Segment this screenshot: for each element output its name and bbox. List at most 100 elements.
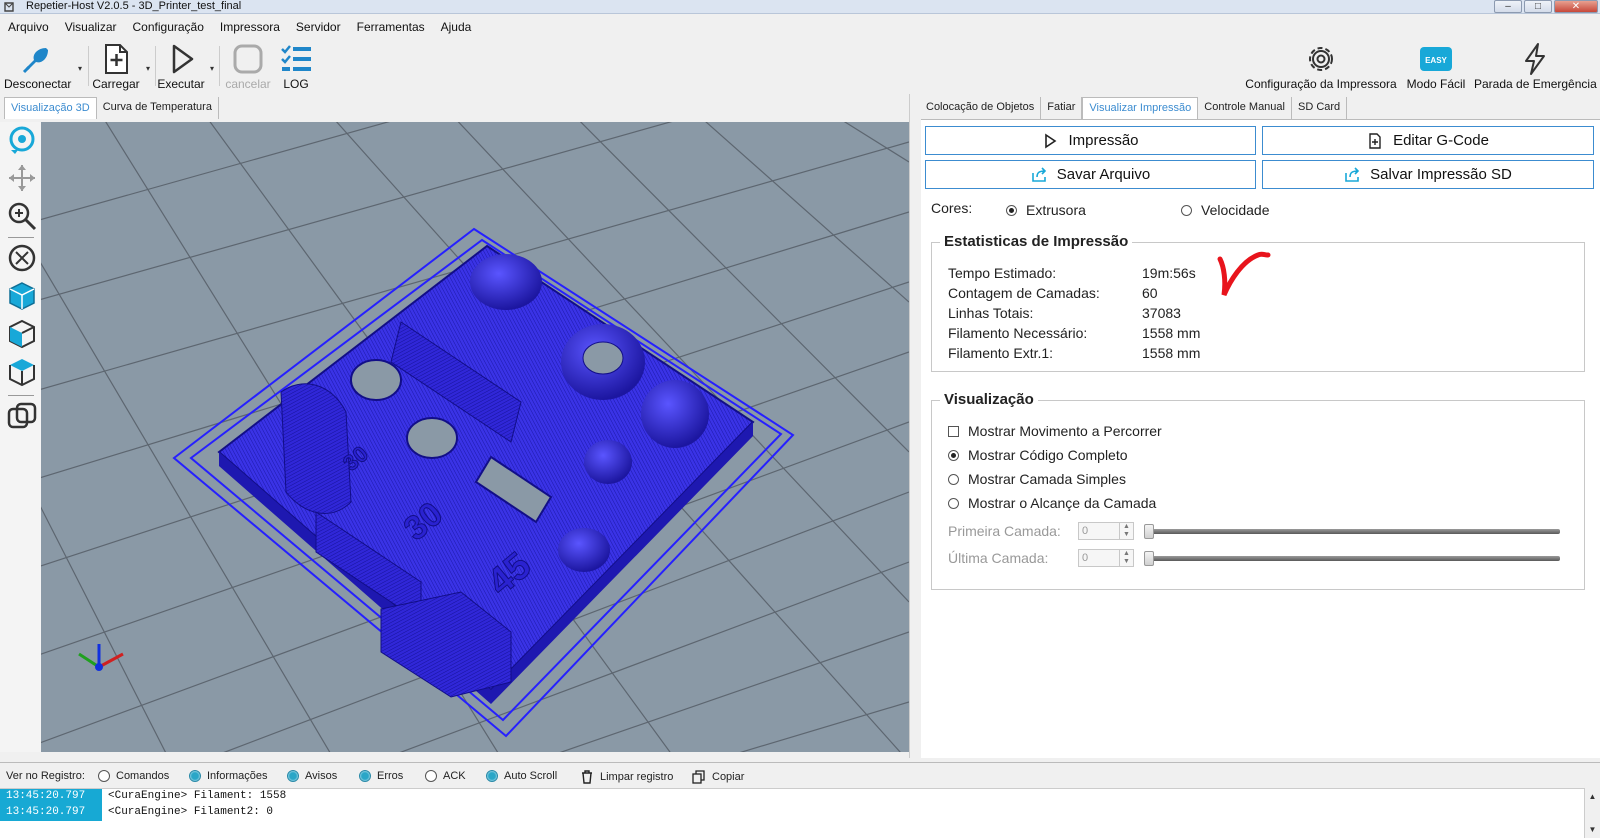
- filter-info-toggle[interactable]: Informações: [189, 770, 268, 782]
- show-full-code-radio[interactable]: Mostrar Código Completo: [948, 447, 1128, 463]
- last-layer-spinner[interactable]: 0 ▲ ▼: [1078, 549, 1134, 567]
- stat-label-layers: Contagem de Camadas:: [948, 285, 1100, 301]
- menu-impressora[interactable]: Impressora: [212, 17, 288, 39]
- log-timestamp: 13:45:20.797: [0, 805, 102, 821]
- stat-value-filament-needed: 1558 mm: [1142, 325, 1201, 341]
- tab-temperature-curve[interactable]: Curva de Temperatura: [96, 97, 219, 119]
- disconnect-label: Desconectar: [4, 77, 72, 91]
- save-sd-button[interactable]: Salvar Impressão SD: [1262, 160, 1594, 189]
- title-bar: Repetier-Host V2.0.5 - 3D_Printer_test_f…: [0, 0, 1600, 14]
- tab-print-preview[interactable]: Visualizar Impressão: [1082, 97, 1199, 119]
- menu-servidor[interactable]: Servidor: [288, 17, 349, 39]
- filter-ack-toggle[interactable]: ACK: [425, 770, 466, 782]
- spinner-arrows-icon[interactable]: ▲ ▼: [1119, 523, 1133, 539]
- toggle-objects-icon[interactable]: [6, 400, 38, 432]
- tab-object-placement[interactable]: Colocação de Objetos: [920, 97, 1042, 119]
- color-extruder-label: Extrusora: [1026, 202, 1086, 218]
- filter-warnings-toggle[interactable]: Avisos: [287, 770, 337, 782]
- emergency-stop-button[interactable]: Parada de Emergência: [1474, 42, 1597, 91]
- red-checkmark-annotation: [1217, 251, 1271, 297]
- show-single-layer-radio[interactable]: Mostrar Camada Simples: [948, 471, 1126, 487]
- printer-config-button[interactable]: Configuração da Impressora: [1242, 42, 1400, 91]
- spinner-arrows-icon[interactable]: ▲ ▼: [1119, 550, 1133, 566]
- color-speed-radio[interactable]: Velocidade: [1181, 202, 1270, 218]
- lightning-icon: [1525, 43, 1545, 75]
- load-label: Carregar: [92, 77, 140, 91]
- clear-log-button[interactable]: Limpar registro: [580, 770, 673, 784]
- rotate-view-icon[interactable]: [6, 124, 38, 156]
- filter-errors-label: Erros: [377, 770, 404, 782]
- log-output[interactable]: 13:45:20.797 <CuraEngine> Filament: 1558…: [0, 788, 1584, 838]
- auto-scroll-toggle[interactable]: Auto Scroll: [486, 770, 557, 782]
- gear-icon: [1309, 47, 1333, 71]
- maximize-button[interactable]: □: [1524, 0, 1552, 13]
- log-label: Ver no Registro:: [6, 770, 85, 782]
- first-layer-slider[interactable]: [1148, 529, 1560, 534]
- log-message: <CuraEngine> Filament2: 0: [108, 806, 274, 818]
- first-layer-spinner[interactable]: 0 ▲ ▼: [1078, 522, 1134, 540]
- copy-log-label: Copiar: [712, 771, 745, 783]
- disconnect-button[interactable]: Desconectar: [4, 42, 72, 91]
- printed-model: 30 30 45: [217, 244, 755, 704]
- print-button[interactable]: Impressão: [925, 126, 1256, 155]
- tab-slicer[interactable]: Fatiar: [1041, 97, 1083, 119]
- execute-dropdown-icon[interactable]: ▾: [210, 64, 218, 74]
- first-layer-slider-thumb[interactable]: [1144, 524, 1154, 539]
- easy-badge-text: EASY: [1425, 56, 1447, 65]
- log-scrollbar[interactable]: ▲ ▼: [1584, 788, 1600, 838]
- filter-commands-toggle[interactable]: Comandos: [98, 770, 169, 782]
- scroll-down-icon[interactable]: ▼: [1585, 825, 1600, 834]
- log-button[interactable]: LOG: [274, 42, 318, 91]
- show-travel-checkbox[interactable]: Mostrar Movimento a Percorrer: [948, 423, 1162, 439]
- filter-errors-toggle[interactable]: Erros: [359, 770, 403, 782]
- 3d-viewport[interactable]: 30 30 45: [41, 122, 909, 752]
- easy-mode-label: Modo Fácil: [1406, 77, 1466, 91]
- scroll-up-icon[interactable]: ▲: [1585, 792, 1600, 801]
- add-file-icon: [1369, 132, 1381, 149]
- panel-splitter[interactable]: [909, 94, 920, 758]
- color-extruder-radio[interactable]: Extrusora: [1006, 202, 1086, 218]
- disconnect-dropdown-icon[interactable]: ▾: [78, 64, 86, 74]
- cancel-button[interactable]: cancelar: [222, 42, 274, 91]
- toggle-indicator: [189, 770, 201, 782]
- load-dropdown-icon[interactable]: ▾: [146, 64, 154, 74]
- iso-view-icon[interactable]: [6, 280, 38, 312]
- menu-visualizar[interactable]: Visualizar: [57, 17, 125, 39]
- front-view-icon[interactable]: [6, 318, 38, 350]
- execute-button[interactable]: Executar: [156, 42, 206, 91]
- clear-log-label: Limpar registro: [600, 771, 674, 783]
- tab-sd-card[interactable]: SD Card: [1291, 97, 1348, 119]
- menu-arquivo[interactable]: Arquivo: [0, 17, 57, 39]
- last-layer-slider-thumb[interactable]: [1144, 551, 1154, 566]
- close-button[interactable]: ✕: [1554, 0, 1598, 13]
- easy-mode-button[interactable]: EASY Modo Fácil: [1402, 42, 1470, 91]
- tab-manual-control[interactable]: Controle Manual: [1198, 97, 1292, 119]
- execute-label: Executar: [157, 77, 205, 91]
- tab-3d-view[interactable]: Visualização 3D: [4, 97, 97, 119]
- menu-ferramentas[interactable]: Ferramentas: [349, 17, 433, 39]
- top-view-icon[interactable]: [6, 356, 38, 388]
- move-view-icon[interactable]: [6, 162, 38, 194]
- menu-configuracao[interactable]: Configuração: [125, 17, 212, 39]
- reset-view-icon[interactable]: [6, 242, 38, 274]
- view-tool-strip: [0, 122, 41, 752]
- show-layer-range-label: Mostrar o Alcançe da Camada: [968, 495, 1157, 511]
- toggle-indicator: [486, 770, 498, 782]
- zoom-icon[interactable]: [6, 200, 38, 232]
- save-file-button[interactable]: Savar Arquivo: [925, 160, 1256, 189]
- last-layer-slider[interactable]: [1148, 556, 1560, 561]
- radio-indicator: [948, 497, 959, 509]
- minimize-button[interactable]: –: [1494, 0, 1522, 13]
- printer-config-label: Configuração da Impressora: [1245, 77, 1397, 91]
- print-stats-title: Estatisticas de Impressão: [940, 233, 1133, 250]
- show-layer-range-radio[interactable]: Mostrar o Alcançe da Camada: [948, 495, 1156, 511]
- visualization-group: Visualização Mostrar Movimento a Percorr…: [931, 391, 1585, 590]
- view-tabs: Visualização 3D Curva de Temperatura: [4, 97, 219, 119]
- show-single-layer-label: Mostrar Camada Simples: [968, 471, 1126, 487]
- stat-value-time: 19m:56s: [1142, 265, 1196, 281]
- copy-log-button[interactable]: Copiar: [692, 770, 744, 784]
- load-button[interactable]: Carregar: [90, 42, 142, 91]
- save-file-label: Savar Arquivo: [1056, 166, 1151, 183]
- menu-ajuda[interactable]: Ajuda: [433, 17, 480, 39]
- edit-gcode-button[interactable]: Editar G-Code: [1262, 126, 1594, 155]
